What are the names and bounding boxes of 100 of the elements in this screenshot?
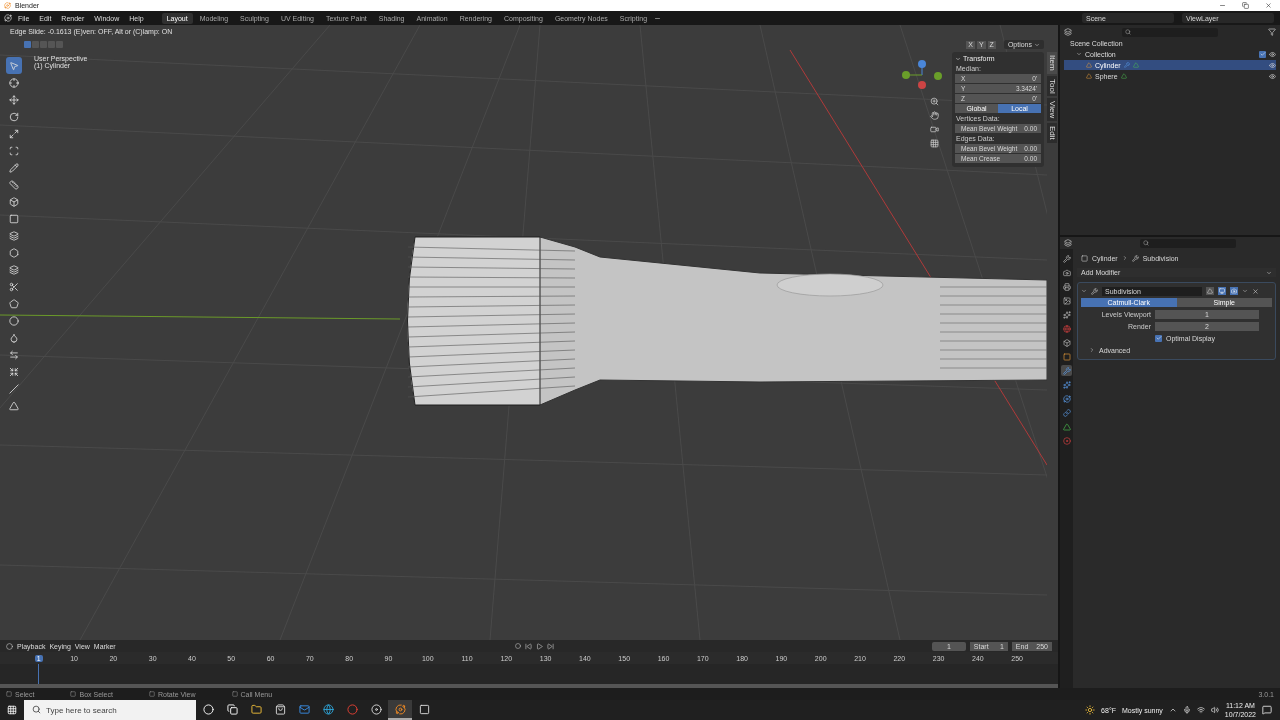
caret-icon [1034,41,1040,48]
spin-icon [9,315,19,326]
ruler-icon [9,179,19,190]
wrench-icon [1062,254,1071,263]
task-view-icon [226,703,238,715]
chevron-icon [1121,255,1128,261]
taskbar-search-field[interactable]: Type here to search [24,700,196,720]
properties-tab[interactable] [1061,351,1072,362]
edit-mode-toggle[interactable] [1206,287,1214,295]
caret-icon [1266,269,1272,276]
link-icon [1062,408,1071,417]
properties-tab[interactable] [1061,421,1072,432]
play-icon[interactable] [535,642,543,650]
eye-icon[interactable] [1269,72,1276,80]
microphone-icon[interactable] [1182,706,1191,714]
properties-tab[interactable] [1061,309,1072,320]
hand-icon[interactable] [930,111,939,120]
sidebar-tab[interactable]: View [1047,98,1057,122]
properties-tab[interactable] [1061,337,1072,348]
rotate-icon [9,111,19,122]
search-field[interactable] [1122,27,1218,37]
cube-icon [9,196,19,207]
minimize-icon[interactable] [1219,2,1226,9]
eye-icon[interactable] [1269,50,1276,58]
search-icon [1125,29,1131,35]
printer-icon [1062,282,1071,291]
properties-tab[interactable] [1061,267,1072,278]
eye-icon[interactable] [1269,61,1276,69]
check-icon [1259,51,1266,57]
collection-icon [1062,338,1071,347]
properties-tab[interactable] [1061,253,1072,264]
move-icon [9,94,19,105]
triangle-icon [1062,422,1071,431]
sidebar-tab[interactable]: Edit [1047,123,1057,144]
viewport-toggle[interactable] [1218,287,1226,295]
edge-slide-icon [9,349,19,360]
mouse-icon [70,691,77,697]
3d-viewport[interactable] [0,25,1058,640]
extrude-icon [9,213,19,224]
recorder-icon [370,703,382,715]
folder-icon [250,703,262,715]
properties-tab[interactable] [1061,407,1072,418]
render-toggle[interactable] [1230,287,1238,295]
optimal-display-checkbox[interactable] [1155,334,1162,342]
poly-build-icon [9,298,19,309]
sidebar-tab[interactable]: Tool [1047,75,1057,97]
jump-start-icon[interactable] [524,642,532,650]
camera-icon [1231,288,1237,294]
mail-icon [298,703,310,715]
search-field[interactable] [1140,238,1236,248]
keyframe-record-icon[interactable] [514,643,521,649]
properties-tab[interactable] [1061,295,1072,306]
weather-icon [1085,705,1096,715]
wrench-icon [1062,366,1071,375]
properties-tab[interactable] [1061,379,1072,390]
select-box-icon [9,60,19,71]
jump-end-icon[interactable] [546,642,554,650]
transform-icon [9,145,19,156]
crosshair-icon [9,77,19,88]
include-checkbox[interactable] [1259,50,1266,58]
mouse-icon [231,691,238,697]
scene-icon [1062,310,1071,319]
loop-cut-icon [9,264,19,275]
properties-tab[interactable] [1061,365,1072,376]
filter-icon[interactable] [1268,28,1276,36]
store-icon [274,703,286,715]
wrench-icon [1131,254,1139,262]
properties-tab[interactable] [1061,323,1072,334]
volume-icon[interactable] [1210,706,1219,714]
network-icon[interactable] [1196,706,1205,714]
orbit-icon [1062,394,1071,403]
image-icon [1062,296,1071,305]
pencil-icon [9,162,19,173]
inset-icon [9,230,19,241]
bevel-icon [9,247,19,258]
restore-icon[interactable] [1242,2,1249,9]
scale-icon [9,128,19,139]
sidebar-tab[interactable]: Item [1047,52,1057,74]
close-icon[interactable] [1265,2,1272,9]
notifications-icon[interactable] [1262,705,1272,715]
zoom-icon[interactable] [930,97,939,106]
search-icon [1143,240,1149,246]
windows-start-icon[interactable] [7,705,17,715]
globe-icon [1062,324,1071,333]
camera-icon [1062,268,1071,277]
grid-icon[interactable] [930,139,939,148]
smooth-icon [9,332,19,343]
tool-button[interactable] [6,57,22,74]
check-icon [1155,335,1162,341]
display-mode-icon[interactable] [1064,28,1072,36]
navigation-gizmo [902,60,942,89]
dropdown-icon[interactable] [1242,288,1248,294]
properties-tab[interactable] [1061,393,1072,404]
shrink-icon [9,366,19,377]
knife-icon [9,281,19,292]
properties-tab[interactable] [1061,281,1072,292]
chevron-icon[interactable] [1168,706,1177,714]
camera-icon[interactable] [930,125,939,134]
particles-icon [1062,380,1071,389]
taskbar-app[interactable] [388,700,412,720]
